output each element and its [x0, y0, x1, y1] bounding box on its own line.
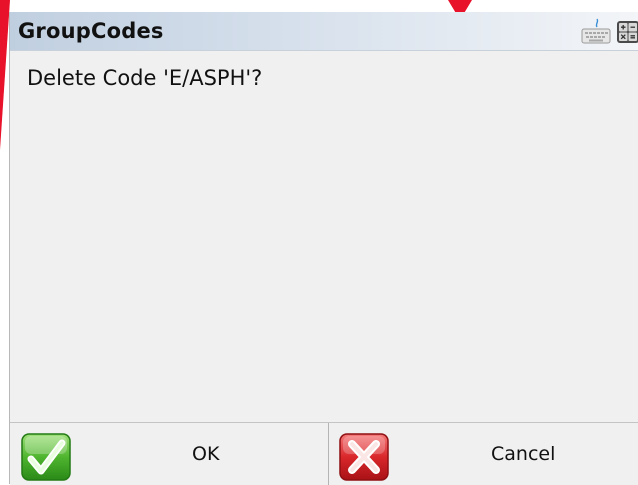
- calculator-icon[interactable]: [616, 20, 638, 44]
- button-divider: [328, 423, 329, 485]
- checkmark-icon: [21, 433, 71, 481]
- confirm-dialog: GroupCodes Delete Code 'E/ASPH'? OK Canc…: [9, 12, 638, 485]
- dialog-title: GroupCodes: [18, 19, 164, 43]
- cancel-button[interactable]: Cancel: [330, 423, 638, 485]
- ok-button[interactable]: OK: [10, 423, 328, 485]
- dialog-titlebar: GroupCodes: [10, 12, 638, 51]
- confirm-message: Delete Code 'E/ASPH'?: [27, 66, 263, 90]
- ok-button-label: OK: [192, 443, 220, 465]
- red-x-icon: [339, 433, 389, 481]
- dialog-button-bar: OK Cancel: [10, 422, 638, 485]
- keyboard-icon[interactable]: [581, 18, 611, 44]
- cancel-button-label: Cancel: [491, 443, 556, 465]
